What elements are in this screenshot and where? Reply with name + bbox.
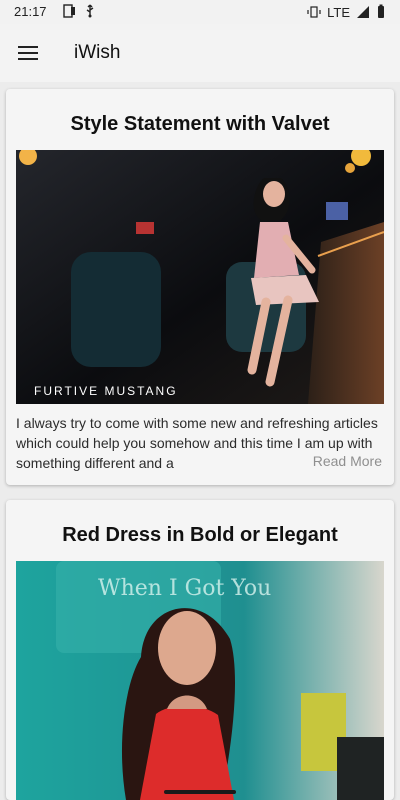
status-left-icons [62,4,97,18]
image-caption: FURTIVE MUSTANG [34,384,178,398]
vibrate-icon [307,6,321,18]
red-dress-photo: When I Got You [16,561,384,800]
app-bar: iWish [0,24,400,82]
status-right-icons: LTE [307,4,386,20]
read-more-link[interactable]: Read More [313,453,382,469]
gesture-navigation-handle[interactable] [164,790,236,794]
status-time: 21:17 [14,4,47,19]
article-title: Red Dress in Bold or Elegant [62,524,338,546]
article-card[interactable]: Style Statement with Valvet FURTIVE MUST… [6,89,394,485]
image-sign-text: When I Got You [98,576,271,601]
app-title: iWish [74,42,121,63]
signal-icon [357,6,369,18]
article-image[interactable]: FURTIVE MUSTANG [16,150,384,404]
network-label: LTE [327,4,350,20]
article-title: Style Statement with Valvet [70,113,330,135]
battery-icon [378,4,384,18]
velvet-photo: FURTIVE MUSTANG [16,150,384,404]
menu-icon[interactable] [16,40,42,66]
usb-icon [86,4,94,18]
notification-icon [63,4,75,18]
article-image[interactable]: When I Got You [16,561,384,800]
article-card[interactable]: Red Dress in Bold or Elegant When I Got … [6,500,394,800]
status-bar: 21:17 LTE [0,0,400,24]
